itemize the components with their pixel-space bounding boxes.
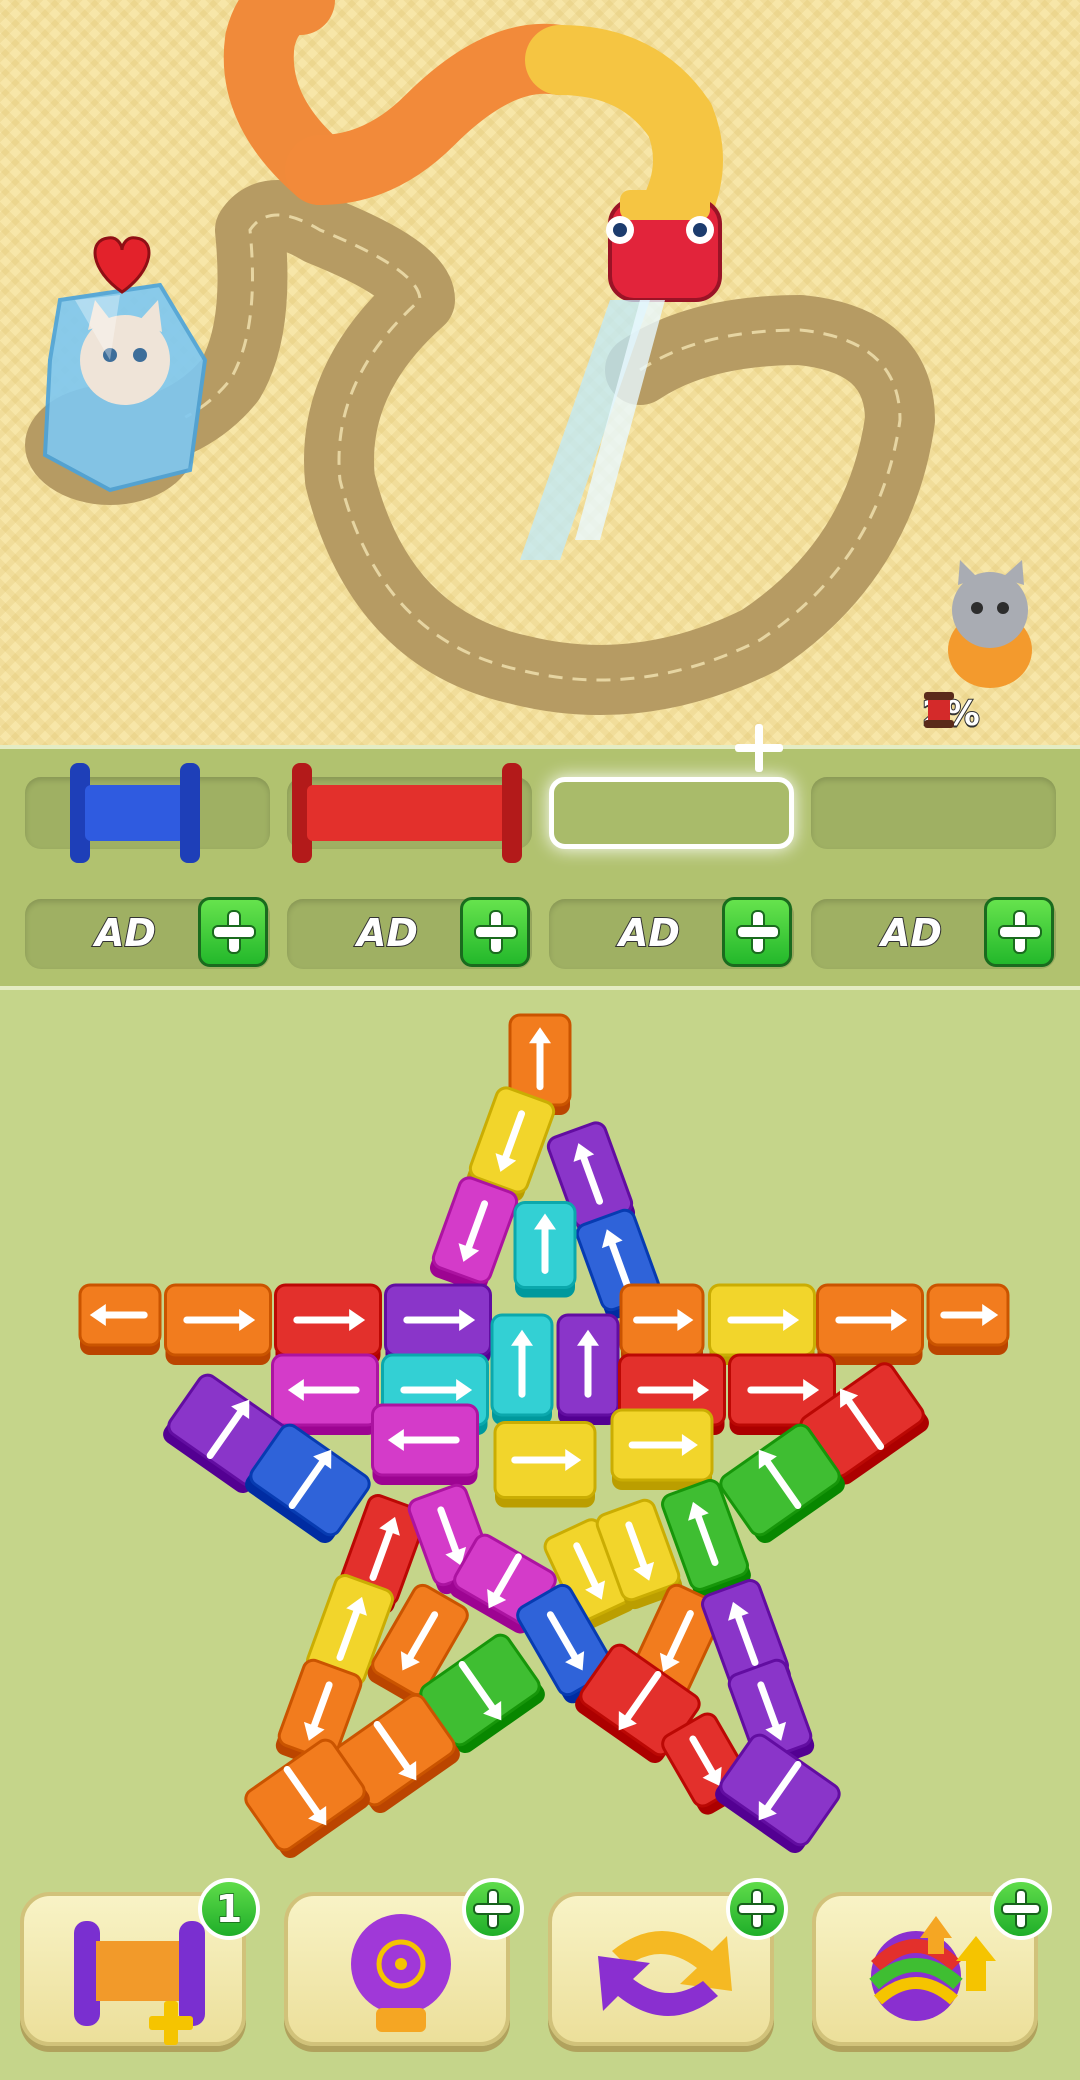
yarn-block-purple[interactable] [556,1313,620,1425]
yarn-block-orange[interactable] [164,1283,272,1365]
spool-slot-3[interactable] [549,777,794,849]
ad-label: AD [618,910,681,956]
track-path [75,180,935,715]
heart-icon [93,236,151,294]
booster-bar: 1 [0,1870,1080,2080]
booster-yarn-upgrade[interactable] [812,1878,1052,2046]
yarn-block-cyan[interactable] [513,1201,577,1298]
scene-area: 2% [0,0,1080,745]
blue-spool-icon [70,763,200,863]
ad-label: AD [94,910,157,956]
ad-plus-button[interactable] [722,897,792,967]
progress-indicator: 2% [921,690,981,738]
ad-label: AD [880,910,943,956]
booster-count-badge: 1 [198,1878,260,1940]
yarn-block-orange[interactable] [78,1283,162,1355]
board-svg [78,1013,1010,1859]
yarn-block-yellow[interactable] [610,1408,714,1490]
ad-slot-1[interactable]: AD [25,897,270,969]
booster-add-spool[interactable]: 1 [20,1878,260,2046]
spool-slot-4[interactable] [811,777,1056,849]
yarn-block-orange[interactable] [926,1283,1010,1355]
ad-slot-4[interactable]: AD [811,897,1056,969]
booster-add-badge[interactable] [726,1878,788,1940]
yarn-block-magenta[interactable] [271,1353,379,1435]
gray-cat-icon[interactable] [948,560,1032,688]
yarn-block-purple[interactable] [384,1283,492,1365]
yarn-block-magenta[interactable] [371,1403,479,1485]
yarn-block-orange[interactable] [816,1283,924,1365]
yarn-block-cyan[interactable] [490,1313,554,1425]
ad-plus-button[interactable] [198,897,268,967]
red-spool-icon [292,763,522,863]
spool-icon [924,692,954,728]
ad-slot-3[interactable]: AD [549,897,794,969]
yarn-block-orange[interactable] [619,1283,705,1365]
yarn-block-board [0,990,1080,1870]
yarn-block-yellow[interactable] [708,1283,816,1365]
sparkle-plus-icon [735,724,783,772]
booster-boxing-glove[interactable] [284,1878,524,2046]
scene-art [25,0,1032,715]
ad-plus-button[interactable] [460,897,530,967]
frozen-cat-icon[interactable] [42,282,208,493]
yarn-block-magenta[interactable] [427,1175,519,1294]
spool-slot-1[interactable] [25,763,270,863]
spool-slot-2[interactable] [287,763,532,863]
booster-shuffle[interactable] [548,1878,788,2046]
booster-add-badge[interactable] [990,1878,1052,1940]
ad-label: AD [356,910,419,956]
ad-slot-2[interactable]: AD [287,897,532,969]
ad-plus-button[interactable] [984,897,1054,967]
yarn-block-red[interactable] [274,1283,382,1365]
spool-slots-panel: AD AD AD AD [0,724,1080,990]
booster-add-badge[interactable] [462,1878,524,1940]
yarn-block-yellow[interactable] [493,1421,597,1508]
